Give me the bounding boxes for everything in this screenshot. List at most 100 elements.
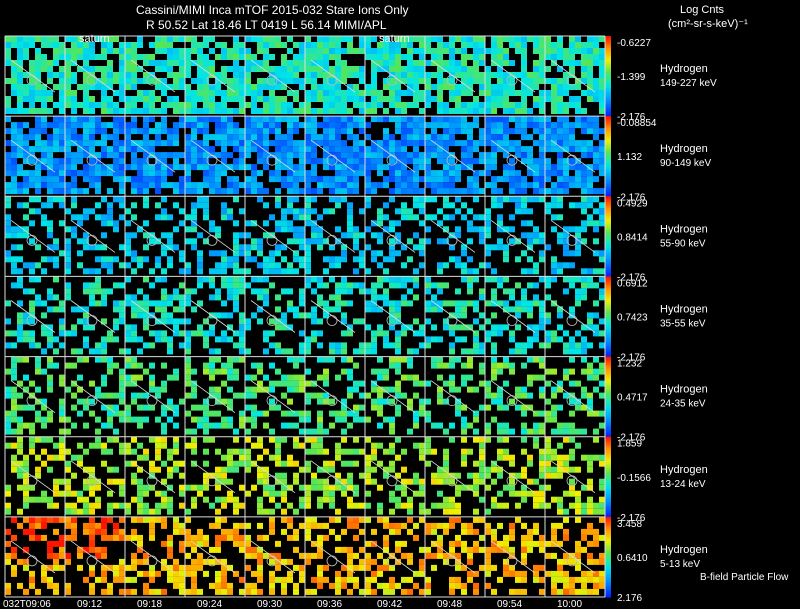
intensity-cell bbox=[545, 410, 551, 417]
intensity-cell bbox=[131, 96, 137, 102]
intensity-cell bbox=[203, 208, 209, 215]
intensity-cell bbox=[491, 116, 497, 123]
intensity-cell bbox=[353, 268, 359, 275]
intensity-cell bbox=[419, 478, 425, 485]
intensity-cell bbox=[281, 460, 287, 467]
intensity-cell bbox=[47, 552, 53, 559]
intensity-cell bbox=[533, 116, 539, 123]
intensity-cell bbox=[467, 238, 473, 245]
intensity-cell bbox=[437, 374, 443, 381]
intensity-cell bbox=[275, 176, 281, 183]
intensity-cell bbox=[293, 72, 299, 78]
energy-panel: 1.859-0.1566-2.176Hydrogen13-24 keV bbox=[5, 436, 708, 524]
intensity-cell bbox=[467, 72, 473, 78]
intensity-cell bbox=[185, 268, 191, 275]
intensity-cell bbox=[71, 182, 77, 189]
intensity-cell bbox=[17, 416, 23, 423]
intensity-cell bbox=[413, 158, 419, 165]
intensity-cell bbox=[509, 196, 515, 203]
intensity-cell bbox=[233, 428, 239, 435]
intensity-cell bbox=[305, 392, 311, 399]
intensity-cell bbox=[329, 398, 335, 405]
intensity-cell bbox=[17, 90, 23, 96]
intensity-cell bbox=[167, 472, 173, 479]
intensity-cell bbox=[131, 72, 137, 78]
intensity-cell bbox=[47, 60, 53, 66]
intensity-cell bbox=[287, 208, 293, 215]
intensity-cell bbox=[587, 478, 593, 485]
intensity-cell bbox=[425, 342, 431, 349]
intensity-cell bbox=[65, 164, 71, 171]
intensity-cell bbox=[215, 348, 221, 355]
intensity-cell bbox=[467, 188, 473, 195]
intensity-cell bbox=[569, 36, 575, 42]
intensity-cell bbox=[335, 442, 341, 449]
intensity-cell bbox=[143, 484, 149, 491]
intensity-cell bbox=[407, 288, 413, 295]
intensity-cell bbox=[539, 72, 545, 78]
intensity-cell bbox=[521, 90, 527, 96]
intensity-cell bbox=[137, 96, 143, 102]
intensity-cell bbox=[479, 188, 485, 195]
intensity-cell bbox=[521, 60, 527, 66]
intensity-cell bbox=[119, 140, 125, 147]
intensity-cell bbox=[461, 202, 467, 209]
intensity-cell bbox=[311, 428, 317, 435]
intensity-cell bbox=[395, 84, 401, 90]
intensity-cell bbox=[305, 116, 311, 123]
intensity-cell bbox=[287, 158, 293, 165]
intensity-cell bbox=[419, 262, 425, 269]
intensity-cell bbox=[119, 214, 125, 221]
intensity-cell bbox=[341, 282, 347, 289]
intensity-cell bbox=[65, 48, 71, 54]
intensity-cell bbox=[203, 342, 209, 349]
intensity-cell bbox=[65, 72, 71, 78]
intensity-cell bbox=[359, 108, 365, 114]
intensity-cell bbox=[41, 516, 47, 523]
intensity-cell bbox=[473, 122, 479, 129]
intensity-cell bbox=[503, 102, 509, 108]
intensity-cell bbox=[209, 348, 215, 355]
intensity-cell bbox=[227, 90, 233, 96]
intensity-cell bbox=[155, 66, 161, 72]
intensity-cell bbox=[233, 356, 239, 363]
intensity-cell bbox=[221, 90, 227, 96]
intensity-cell bbox=[299, 502, 305, 509]
intensity-cell bbox=[401, 392, 407, 399]
intensity-cell bbox=[41, 140, 47, 147]
intensity-cell bbox=[401, 146, 407, 153]
intensity-cell bbox=[35, 128, 41, 135]
intensity-cell bbox=[89, 546, 95, 553]
intensity-cell bbox=[521, 108, 527, 114]
intensity-cell bbox=[401, 330, 407, 337]
intensity-cell bbox=[317, 392, 323, 399]
intensity-cell bbox=[563, 164, 569, 171]
intensity-cell bbox=[443, 48, 449, 54]
intensity-cell bbox=[317, 318, 323, 325]
intensity-cell bbox=[473, 96, 479, 102]
intensity-cell bbox=[251, 122, 257, 129]
intensity-cell bbox=[245, 386, 251, 393]
intensity-cell bbox=[161, 170, 167, 177]
intensity-cell bbox=[113, 528, 119, 535]
intensity-cell bbox=[5, 158, 11, 165]
intensity-cell bbox=[473, 336, 479, 343]
intensity-cell bbox=[311, 164, 317, 171]
intensity-cell bbox=[287, 66, 293, 72]
colorbar bbox=[605, 196, 611, 278]
intensity-cell bbox=[65, 558, 71, 565]
intensity-cell bbox=[527, 300, 533, 307]
colorbar-mid-label: 0.4717 bbox=[617, 393, 648, 404]
intensity-cell bbox=[377, 208, 383, 215]
intensity-cell bbox=[377, 398, 383, 405]
intensity-cell bbox=[41, 176, 47, 183]
intensity-cell bbox=[581, 48, 587, 54]
intensity-cell bbox=[167, 570, 173, 577]
intensity-cell bbox=[449, 374, 455, 381]
intensity-cell bbox=[371, 448, 377, 455]
intensity-cell bbox=[47, 152, 53, 159]
intensity-cell bbox=[305, 134, 311, 141]
intensity-cell bbox=[533, 140, 539, 147]
intensity-cell bbox=[137, 54, 143, 60]
intensity-cell bbox=[143, 416, 149, 423]
